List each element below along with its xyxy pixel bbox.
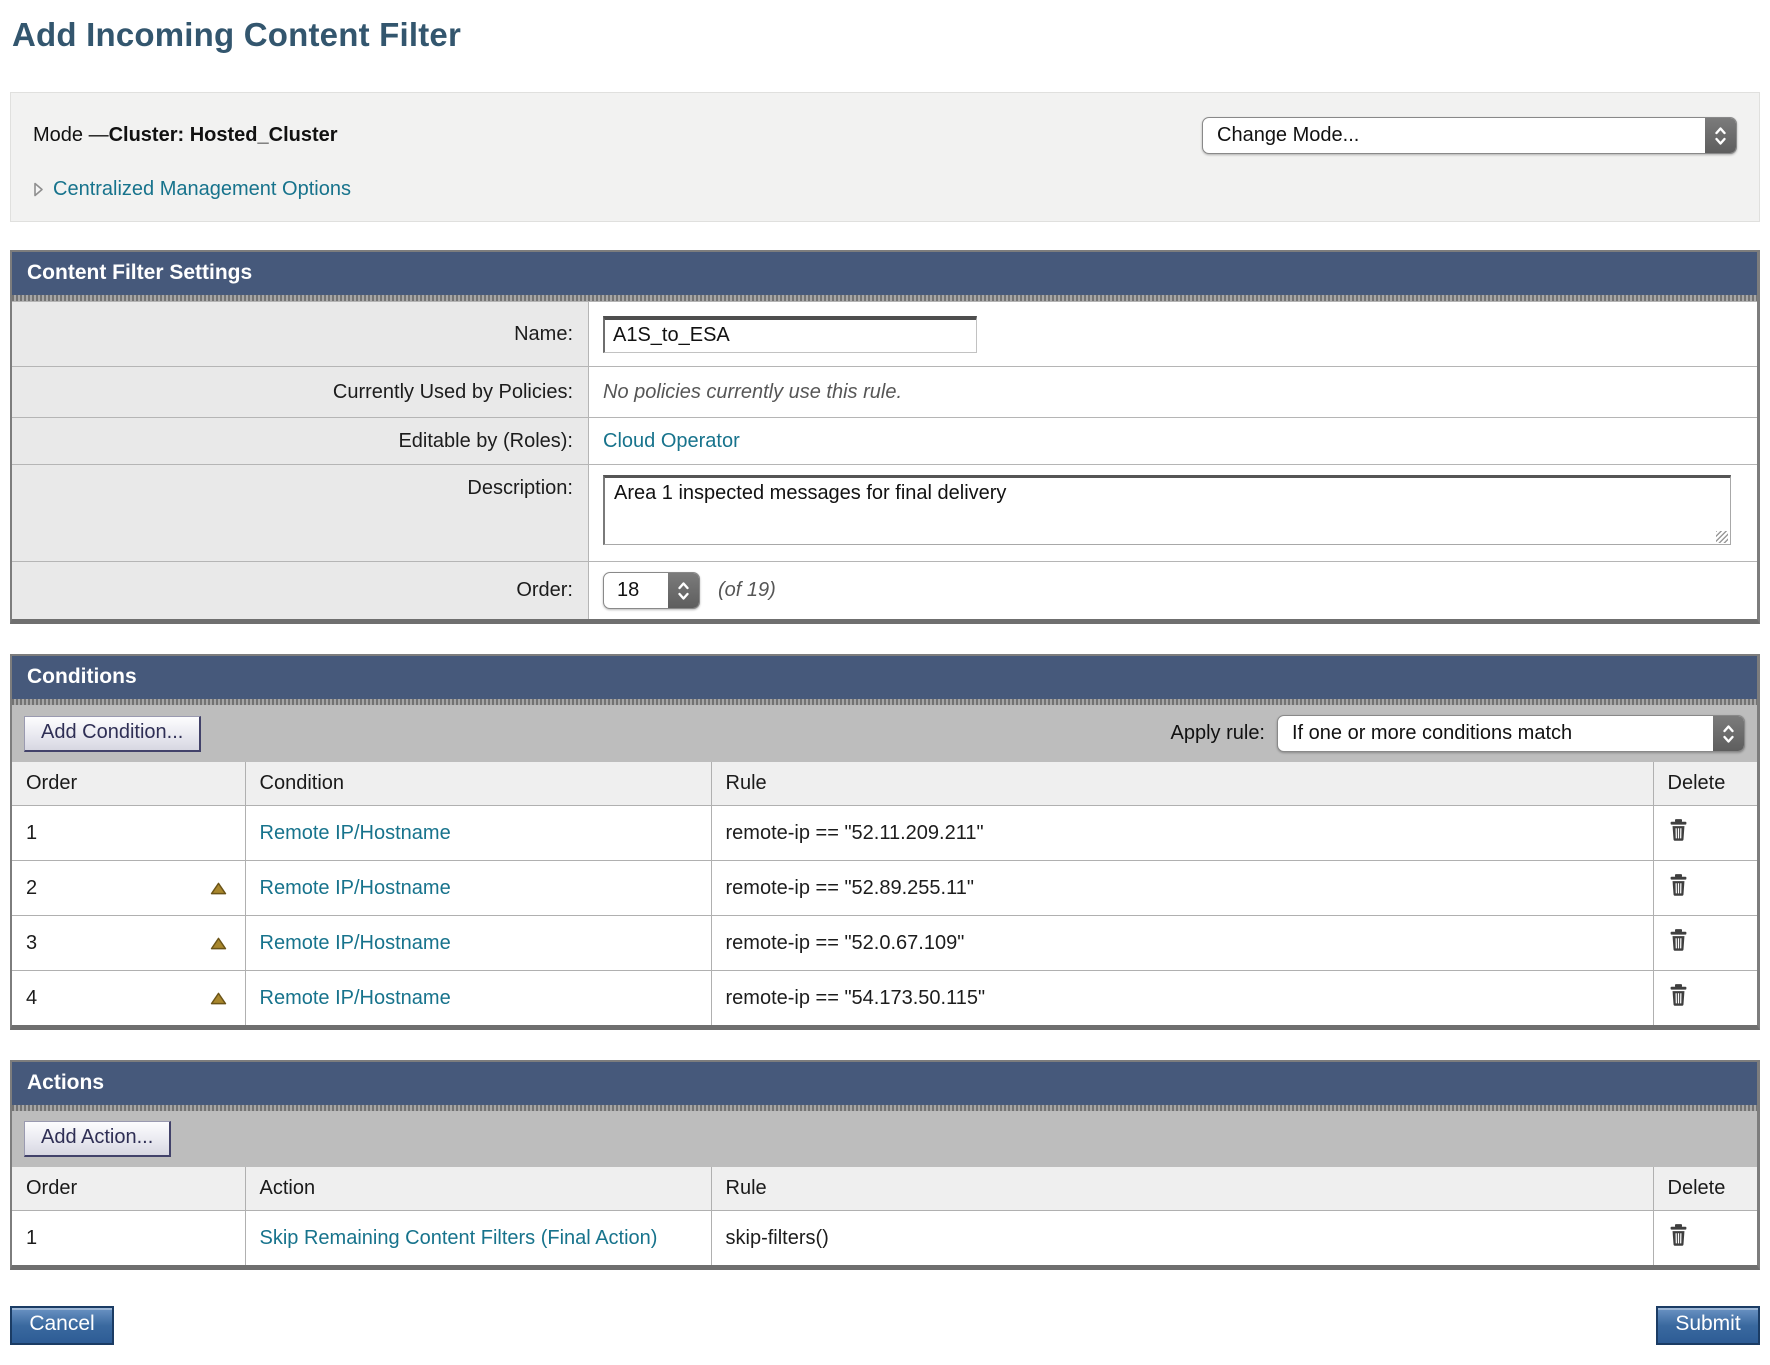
settings-panel: Content Filter Settings Name: Currently … — [10, 250, 1760, 624]
move-up-icon — [210, 992, 227, 1005]
submit-button[interactable]: Submit — [1656, 1306, 1760, 1345]
order-select[interactable]: 18 — [603, 572, 700, 609]
disclosure-triangle-icon — [33, 182, 44, 197]
column-header-delete: Delete — [1653, 762, 1757, 806]
rule-cell: remote-ip == "52.0.67.109" — [711, 916, 1653, 971]
trash-icon — [1668, 873, 1689, 897]
condition-link[interactable]: Remote IP/Hostname — [260, 987, 451, 1009]
change-mode-select-value: Change Mode... — [1203, 118, 1705, 153]
name-input[interactable] — [603, 316, 977, 353]
delete-button[interactable] — [1668, 983, 1689, 1007]
policies-label: Currently Used by Policies: — [12, 367, 589, 417]
mode-value: Cluster: Hosted_Cluster — [109, 124, 338, 146]
actions-table: Order Action Rule Delete 1 Skip Remainin… — [12, 1167, 1757, 1265]
order-total: (of 19) — [718, 579, 776, 602]
action-link[interactable]: Skip Remaining Content Filters (Final Ac… — [260, 1227, 658, 1249]
condition-row: 4 Remote IP/Hostname remote-ip == "54.17… — [12, 971, 1757, 1026]
description-textarea[interactable]: Area 1 inspected messages for final deli… — [603, 475, 1731, 545]
column-header-order: Order — [12, 1167, 245, 1211]
chevron-updown-icon — [1713, 716, 1744, 751]
move-up-icon — [210, 882, 227, 895]
move-up-button[interactable] — [210, 882, 231, 895]
move-up-icon — [210, 937, 227, 950]
conditions-toolbar: Add Condition... Apply rule: If one or m… — [12, 705, 1757, 762]
rule-cell: skip-filters() — [711, 1211, 1653, 1266]
delete-button[interactable] — [1668, 1223, 1689, 1247]
actions-panel-header: Actions — [12, 1062, 1757, 1105]
apply-rule-label: Apply rule: — [1171, 722, 1266, 745]
actions-header-row: Order Action Rule Delete — [12, 1167, 1757, 1211]
name-label: Name: — [12, 302, 589, 366]
move-up-button[interactable] — [210, 937, 231, 950]
order-cell: 3 — [12, 916, 245, 971]
move-up-button[interactable] — [210, 992, 231, 1005]
trash-icon — [1668, 928, 1689, 952]
trash-icon — [1668, 983, 1689, 1007]
column-header-rule: Rule — [711, 1167, 1653, 1211]
description-row: Description: Area 1 inspected messages f… — [12, 464, 1757, 561]
mode-panel: Mode —Cluster: Hosted_Cluster Change Mod… — [10, 92, 1760, 222]
trash-icon — [1668, 818, 1689, 842]
conditions-header-row: Order Condition Rule Delete — [12, 762, 1757, 806]
conditions-panel-header: Conditions — [12, 656, 1757, 699]
order-cell: 4 — [12, 971, 245, 1026]
order-cell: 2 — [12, 861, 245, 916]
name-row: Name: — [12, 301, 1757, 366]
condition-row: 1 Remote IP/Hostname remote-ip == "52.11… — [12, 806, 1757, 861]
rule-cell: remote-ip == "54.173.50.115" — [711, 971, 1653, 1026]
column-header-delete: Delete — [1653, 1167, 1757, 1211]
actions-panel: Actions Add Action... Order Action Rule … — [10, 1060, 1760, 1270]
add-action-button[interactable]: Add Action... — [24, 1121, 171, 1157]
settings-panel-header: Content Filter Settings — [12, 252, 1757, 295]
chevron-updown-icon — [668, 573, 699, 608]
editable-roles-link[interactable]: Cloud Operator — [603, 430, 740, 453]
policies-row: Currently Used by Policies: No policies … — [12, 366, 1757, 417]
centralized-management-row: Centralized Management Options — [33, 178, 1737, 201]
column-header-order: Order — [12, 762, 245, 806]
actions-toolbar: Add Action... — [12, 1111, 1757, 1167]
condition-row: 3 Remote IP/Hostname remote-ip == "52.0.… — [12, 916, 1757, 971]
cancel-button[interactable]: Cancel — [10, 1306, 114, 1345]
description-label: Description: — [12, 465, 589, 561]
centralized-management-link[interactable]: Centralized Management Options — [53, 178, 351, 201]
condition-row: 2 Remote IP/Hostname remote-ip == "52.89… — [12, 861, 1757, 916]
mode-label: Mode — [33, 124, 89, 146]
apply-rule-select[interactable]: If one or more conditions match — [1277, 715, 1745, 752]
page-title: Add Incoming Content Filter — [12, 16, 1760, 54]
condition-link[interactable]: Remote IP/Hostname — [260, 877, 451, 899]
conditions-table: Order Condition Rule Delete 1 Remote IP/… — [12, 762, 1757, 1025]
delete-button[interactable] — [1668, 873, 1689, 897]
order-row: Order: 18 (of 19) — [12, 561, 1757, 619]
footer-bar: Cancel Submit — [10, 1306, 1760, 1345]
condition-link[interactable]: Remote IP/Hostname — [260, 822, 451, 844]
mode-text: Mode —Cluster: Hosted_Cluster — [33, 124, 338, 147]
editable-roles-row: Editable by (Roles): Cloud Operator — [12, 417, 1757, 464]
change-mode-select[interactable]: Change Mode... — [1202, 117, 1737, 154]
trash-icon — [1668, 1223, 1689, 1247]
column-header-condition: Condition — [245, 762, 711, 806]
order-select-value: 18 — [604, 573, 668, 608]
order-cell: 1 — [12, 806, 245, 861]
action-row: 1 Skip Remaining Content Filters (Final … — [12, 1211, 1757, 1266]
delete-button[interactable] — [1668, 818, 1689, 842]
editable-roles-label: Editable by (Roles): — [12, 418, 589, 464]
order-cell: 1 — [12, 1211, 245, 1266]
mode-dash: — — [89, 124, 109, 146]
order-label: Order: — [12, 562, 589, 619]
rule-cell: remote-ip == "52.89.255.11" — [711, 861, 1653, 916]
add-condition-button[interactable]: Add Condition... — [24, 716, 201, 752]
condition-link[interactable]: Remote IP/Hostname — [260, 932, 451, 954]
rule-cell: remote-ip == "52.11.209.211" — [711, 806, 1653, 861]
page: Add Incoming Content Filter Mode —Cluste… — [10, 16, 1760, 1345]
mode-row: Mode —Cluster: Hosted_Cluster Change Mod… — [33, 117, 1737, 154]
apply-rule-select-value: If one or more conditions match — [1278, 716, 1713, 751]
delete-button[interactable] — [1668, 928, 1689, 952]
column-header-action: Action — [245, 1167, 711, 1211]
chevron-updown-icon — [1705, 118, 1736, 153]
policies-value: No policies currently use this rule. — [603, 381, 902, 404]
conditions-panel: Conditions Add Condition... Apply rule: … — [10, 654, 1760, 1030]
column-header-rule: Rule — [711, 762, 1653, 806]
